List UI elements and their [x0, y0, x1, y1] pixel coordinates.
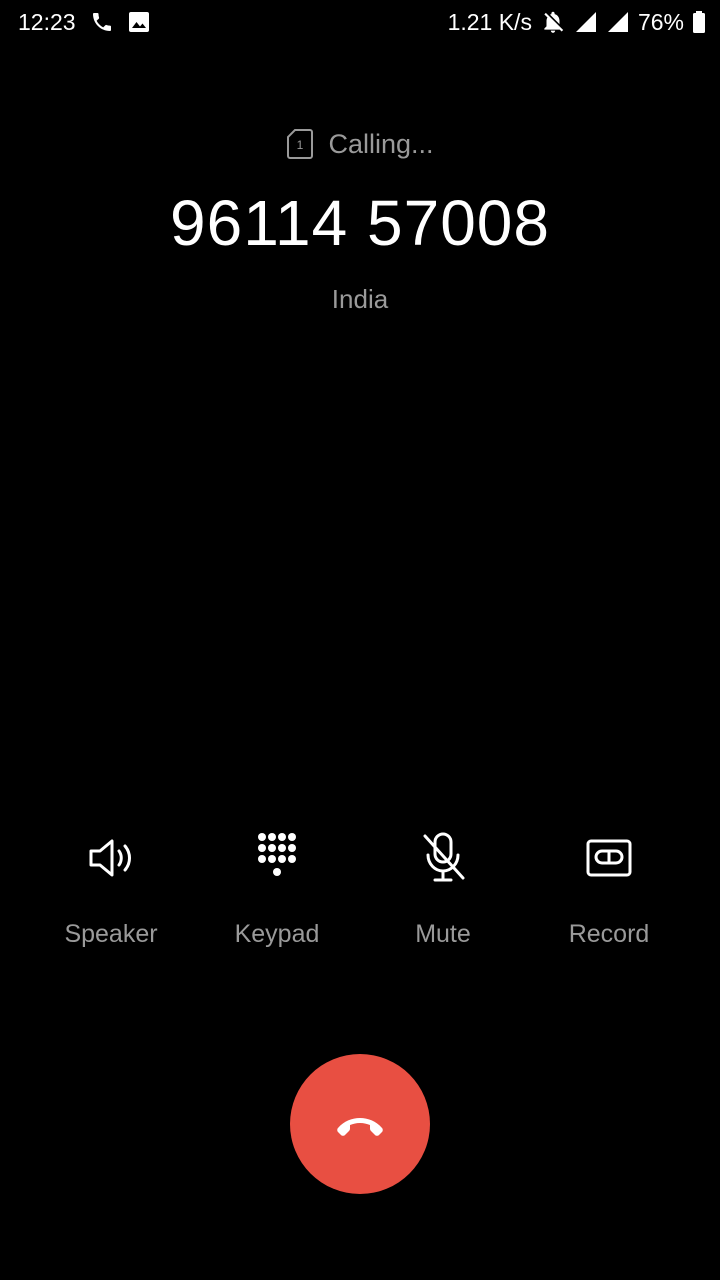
phone-icon [90, 10, 114, 34]
record-icon [579, 826, 639, 890]
phone-number: 96114 57008 [170, 187, 550, 259]
network-speed: 1.21 K/s [447, 8, 532, 35]
record-label: Record [568, 920, 650, 948]
end-call-icon [334, 1112, 386, 1136]
keypad-icon [247, 826, 307, 890]
keypad-label: Keypad [234, 920, 320, 948]
status-left: 12:23 [18, 0, 150, 44]
call-status: Calling... [328, 128, 434, 159]
caller-location: India [331, 284, 389, 314]
call-actions: Speaker Keypad Mute Record [28, 826, 692, 949]
speaker-button[interactable]: Speaker [28, 826, 194, 949]
mic-off-icon [413, 826, 473, 890]
sim-card-icon: 1 [286, 128, 314, 160]
battery-percent: 76% [637, 8, 684, 35]
mute-label: Mute [415, 920, 471, 948]
record-button[interactable]: Record [526, 826, 692, 949]
keypad-button[interactable]: Keypad [194, 826, 360, 949]
status-bar: 12:23 1.21 K/s 76% [0, 0, 720, 44]
mute-button[interactable]: Mute [360, 826, 526, 949]
image-icon [128, 11, 150, 33]
end-call-button[interactable] [290, 1054, 430, 1194]
speaker-label: Speaker [64, 920, 158, 948]
calling-row: 1 Calling... [0, 120, 720, 168]
call-header: 1 Calling... [0, 120, 720, 168]
status-time: 12:23 [18, 8, 76, 35]
speaker-icon [81, 826, 141, 890]
signal-icon [574, 10, 598, 34]
status-right: 1.21 K/s 76% [448, 0, 706, 44]
bell-off-icon [540, 9, 566, 35]
battery-icon [692, 10, 706, 34]
signal-icon [606, 10, 630, 34]
sim-slot-number: 1 [297, 138, 304, 152]
